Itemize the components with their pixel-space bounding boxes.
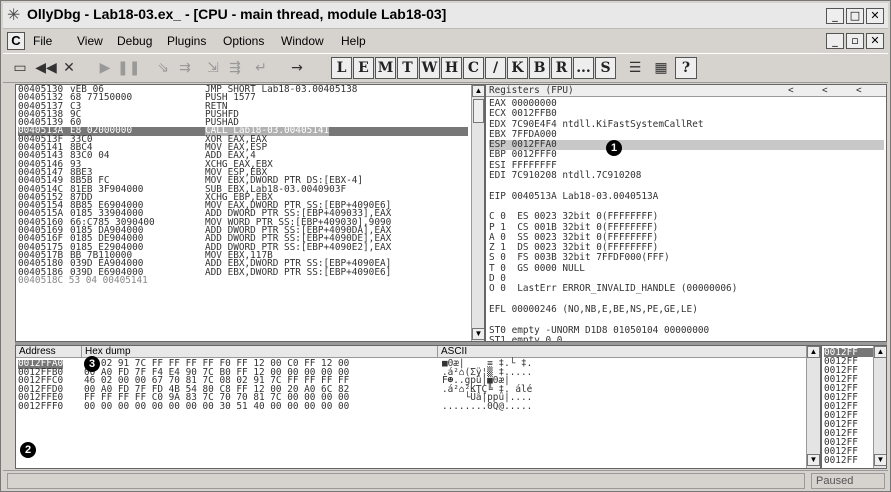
scroll-up-icon[interactable]: ▲ <box>874 346 886 358</box>
menu-debug[interactable]: Debug <box>117 34 152 48</box>
execute-till-return-icon[interactable]: ↵ <box>251 57 271 79</box>
scroll-down-icon[interactable]: ▼ <box>807 454 820 466</box>
title-bar[interactable]: ✳ OllyDbg - Lab18-03.ex_ - [CPU - main t… <box>3 3 888 29</box>
registers-header: Registers (FPU) < < < <box>486 85 886 97</box>
disasm-partial-row: 0040518C 53 04 00405141 <box>18 274 148 286</box>
toolbar-modules-button[interactable]: E <box>353 57 374 79</box>
memory-dump-pane[interactable]: Address Hex dump ASCII 0012FFA0 00 02 91 … <box>15 345 821 469</box>
mdi-close-button[interactable]: ✕ <box>866 33 884 49</box>
stack-pane[interactable]: 0012FF 0012FF 0012FF 0012FF 0012FF 0012FF 0012… <box>821 345 887 469</box>
scroll-up-icon[interactable]: ▲ <box>807 346 820 358</box>
disasm-row[interactable]: 00405132 68 77150000 PUSH 1577 <box>18 93 468 103</box>
register-line[interactable]: EIP 0040513A Lab18-03.0040513A <box>489 191 884 202</box>
disasm-row[interactable]: 00405137 C3 RETN <box>18 101 468 111</box>
registers-nav-left[interactable]: < <box>856 86 862 96</box>
close-icon[interactable]: ✕ <box>59 57 79 79</box>
toolbar-log-button[interactable]: L <box>331 57 352 79</box>
rewind-icon[interactable]: ◀◀ <box>35 57 57 79</box>
stack-row[interactable]: 0012FF <box>824 456 874 465</box>
menu-bar: C File View Debug Plugins Options Window… <box>3 31 888 51</box>
registers-title: Registers (FPU) <box>489 85 574 96</box>
status-message <box>7 473 805 489</box>
annotation-marker-2: 2 <box>20 442 36 458</box>
close-button[interactable]: ✕ <box>866 8 884 24</box>
go-to-icon[interactable]: → <box>287 57 307 79</box>
toolbar: ▭ ◀◀ ✕ ▶ ❚❚ ⇘ ⇉ ⇲ ⇶ ↵ → L E M T W H C / … <box>3 53 888 83</box>
pause-icon[interactable]: ❚❚ <box>117 57 140 79</box>
menu-options[interactable]: Options <box>223 34 264 48</box>
register-line[interactable]: EFL 00000246 (NO,NB,E,BE,NS,PE,GE,LE) <box>489 304 884 315</box>
toolbar-callstack-button[interactable]: K <box>507 57 528 79</box>
toolbar-memory-button[interactable]: M <box>375 57 396 79</box>
toolbar-runtrace-button[interactable]: ... <box>573 57 594 79</box>
disasm-instruction: ADD EBX,DWORD PTR SS:[EBP+4090E6] <box>205 266 392 278</box>
menu-help[interactable]: Help <box>341 34 366 48</box>
toolbar-references-button[interactable]: R <box>551 57 572 79</box>
step-into-icon[interactable]: ⇘ <box>153 57 173 79</box>
minimize-button[interactable]: _ <box>826 8 844 24</box>
help-icon[interactable]: ? <box>675 57 697 79</box>
dump-ascii: ........0Q@..... <box>442 400 533 412</box>
disasm-row[interactable]: 00405138 9C PUSHFD <box>18 110 468 120</box>
ollydbg-window: ✳ OllyDbg - Lab18-03.ex_ - [CPU - main t… <box>0 0 891 492</box>
status-bar: Paused <box>3 470 888 490</box>
toolbar-breakpoints-button[interactable]: B <box>529 57 550 79</box>
list-icon[interactable]: ☰ <box>623 57 647 79</box>
scroll-up-icon[interactable]: ▲ <box>472 85 484 97</box>
annotation-marker-3: 3 <box>84 356 100 372</box>
trace-into-icon[interactable]: ⇲ <box>203 57 223 79</box>
grid-icon[interactable]: ▦ <box>649 57 673 79</box>
menu-file[interactable]: File <box>33 34 52 48</box>
mdi-restore-button[interactable]: ▫ <box>846 33 864 49</box>
registers-pane[interactable]: Registers (FPU) < < < EAX 00000000 ECX 00… <box>485 84 887 342</box>
open-icon[interactable]: ▭ <box>9 57 31 79</box>
dump-scrollbar[interactable]: ▲ ▼ <box>806 346 820 468</box>
annotation-marker-1: 1 <box>606 140 622 156</box>
step-over-icon[interactable]: ⇉ <box>175 57 195 79</box>
window-title: OllyDbg - Lab18-03.ex_ - [CPU - main thr… <box>27 6 447 22</box>
registers-nav-left[interactable]: < <box>788 86 794 96</box>
toolbar-windows-button[interactable]: W <box>419 57 440 79</box>
dump-header-ascii[interactable]: ASCII <box>438 346 808 358</box>
dump-header-address[interactable]: Address <box>16 346 82 358</box>
dump-row[interactable]: 0012FFF0 00 00 00 00 00 00 00 00 30 51 40… <box>18 400 798 412</box>
ollydbg-app-icon: ✳ <box>7 7 21 24</box>
register-line[interactable]: T 0 GS 0000 NULL <box>489 263 884 274</box>
menu-plugins[interactable]: Plugins <box>167 34 206 48</box>
cpu-window-icon[interactable]: C <box>7 32 25 50</box>
scroll-down-icon[interactable]: ▼ <box>874 454 886 466</box>
toolbar-cpu-button[interactable]: C <box>463 57 484 79</box>
dump-address: 0012FFF0 <box>18 400 64 412</box>
register-line[interactable]: EDI 7C910208 ntdll.7C910208 <box>489 170 884 181</box>
scroll-down-icon[interactable]: ▼ <box>472 328 484 340</box>
maximize-button[interactable]: □ <box>846 8 864 24</box>
register-line[interactable] <box>489 315 884 325</box>
mdi-minimize-button[interactable]: _ <box>826 33 844 49</box>
status-state: Paused <box>811 473 885 489</box>
register-line[interactable]: O 0 LastErr ERROR_INVALID_HANDLE (000000… <box>489 284 884 295</box>
toolbar-handles-button[interactable]: H <box>441 57 462 79</box>
registers-nav-left[interactable]: < <box>822 86 828 96</box>
menu-window[interactable]: Window <box>281 34 324 48</box>
disassembly-scrollbar[interactable]: ▲ ▼ <box>471 85 484 341</box>
toolbar-source-button[interactable]: S <box>595 57 616 79</box>
dump-header-hex[interactable]: Hex dump <box>82 346 438 358</box>
run-icon[interactable]: ▶ <box>95 57 115 79</box>
disassembly-pane[interactable]: 00405130 vEB 06 JMP SHORT Lab18-03.0040513… <box>15 84 485 342</box>
scrollbar-thumb[interactable] <box>473 99 484 123</box>
dump-hex: 00 00 00 00 00 00 00 00 30 51 40 00 00 0… <box>84 400 350 412</box>
menu-view[interactable]: View <box>77 34 103 48</box>
toolbar-patches-button[interactable]: / <box>485 57 506 79</box>
trace-over-icon[interactable]: ⇶ <box>225 57 245 79</box>
stack-scrollbar[interactable]: ▲ ▼ <box>873 346 886 468</box>
toolbar-threads-button[interactable]: T <box>397 57 418 79</box>
